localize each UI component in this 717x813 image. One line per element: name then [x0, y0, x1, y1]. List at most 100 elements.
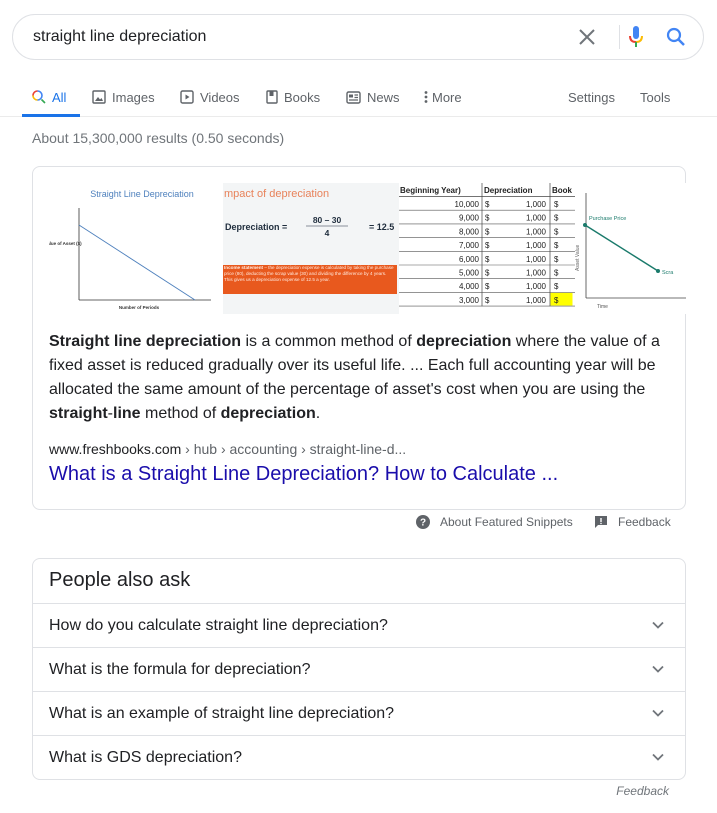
tab-videos[interactable]: Videos — [180, 78, 240, 116]
tools-button[interactable]: Tools — [640, 78, 670, 116]
tab-books[interactable]: Books — [266, 78, 320, 116]
thumb-chart-title: Straight Line Depreciation — [90, 189, 194, 199]
snippet-feedback-button[interactable]: Feedback — [594, 512, 671, 532]
snippet-text-run: . — [315, 405, 321, 422]
table-header: Beginning Year) — [400, 186, 461, 195]
more-vert-icon — [424, 90, 428, 104]
table-cell: $ — [485, 269, 490, 278]
table-cell: 6,000 — [459, 255, 480, 264]
tab-label: Images — [112, 89, 155, 105]
snippet-citation[interactable]: www.freshbooks.com › hub › accounting › … — [49, 441, 406, 457]
table-cell: 9,000 — [459, 214, 480, 223]
paa-question-text: What is the formula for depreciation? — [49, 660, 311, 678]
feedback-icon — [594, 515, 608, 529]
snippet-text-bold: depreciation — [416, 333, 512, 350]
help-icon: ? — [416, 515, 430, 529]
table-cell: $ — [554, 269, 559, 278]
paa-question[interactable]: How do you calculate straight line depre… — [33, 603, 685, 647]
table-cell: 1,000 — [526, 214, 547, 223]
snippet-result-link[interactable]: What is a Straight Line Depreciation? Ho… — [49, 463, 558, 486]
table-cell: 1,000 — [526, 282, 547, 291]
about-featured-snippets-label: About Featured Snippets — [440, 515, 573, 529]
snippet-text-bold: Straight line depreciation — [49, 333, 242, 350]
book-icon — [266, 90, 278, 104]
table-header: Book — [552, 186, 573, 195]
paa-question[interactable]: What is an example of straight line depr… — [33, 691, 685, 735]
chevron-down-icon[interactable] — [651, 618, 665, 632]
thumb-note-bold: Income statement — [224, 265, 264, 270]
table-cell: $ — [554, 214, 559, 223]
snippet-image-depreciation-table[interactable]: Beginning Year) Depreciation Book 10,000 $1,… — [399, 183, 575, 314]
newspaper-icon — [346, 90, 361, 104]
table-cell: 7,000 — [459, 241, 480, 250]
table-cell: $ — [554, 296, 559, 305]
thumb-formula-label: Depreciation = — [225, 222, 287, 232]
table-cell: 8,000 — [459, 227, 480, 236]
table-cell: $ — [485, 214, 490, 223]
thumb-purchase-label: Purchase Price — [589, 216, 626, 222]
svg-text:?: ? — [420, 518, 426, 529]
table-cell: 1,000 — [526, 269, 547, 278]
table-cell: 1,000 — [526, 200, 547, 209]
paa-question[interactable]: What is the formula for depreciation? — [33, 647, 685, 691]
table-cell: $ — [485, 200, 490, 209]
tab-news[interactable]: News — [346, 78, 400, 116]
play-icon — [180, 90, 194, 104]
table-cell: $ — [485, 282, 490, 291]
image-icon — [92, 90, 106, 104]
paa-title: People also ask — [49, 569, 191, 591]
table-cell: $ — [485, 296, 490, 305]
feedback-label: Feedback — [618, 515, 671, 529]
tab-all[interactable]: All — [32, 78, 66, 116]
paa-question[interactable]: What is GDS depreciation? — [33, 735, 685, 779]
table-cell: $ — [554, 200, 559, 209]
thumb-formula-result: = 12.5 — [369, 222, 394, 232]
table-header: Depreciation — [484, 186, 533, 195]
snippet-image-asset-value-chart[interactable]: Purchase Price Scra Asset Value Time — [575, 183, 686, 314]
chevron-down-icon[interactable] — [651, 662, 665, 676]
cite-domain: www.freshbooks.com — [49, 441, 182, 457]
snippet-text-bold: straight — [49, 405, 108, 422]
cite-breadcrumb: › hub › accounting › straight-line-d... — [181, 441, 407, 457]
search-input[interactable] — [33, 15, 553, 59]
search-icon[interactable] — [663, 15, 689, 59]
table-cell: 1,000 — [526, 255, 547, 264]
table-cell: 1,000 — [526, 227, 547, 236]
table-cell: 1,000 — [526, 241, 547, 250]
table-cell: $ — [554, 227, 559, 236]
table-cell: $ — [554, 282, 559, 291]
tab-label: More — [432, 89, 462, 105]
settings-button[interactable]: Settings — [568, 78, 615, 116]
paa-question-text: What is an example of straight line depr… — [49, 704, 395, 722]
result-stats: About 15,300,000 results (0.50 seconds) — [32, 130, 285, 146]
tab-label: All — [52, 89, 67, 105]
thumb-chart-ylabel: Value of Asset ($) — [49, 241, 82, 246]
snippet-text-run: is a common method of — [241, 333, 417, 350]
tab-label: News — [367, 89, 400, 105]
table-cell: $ — [554, 255, 559, 264]
tab-more[interactable]: More — [424, 78, 462, 116]
tab-images[interactable]: Images — [92, 78, 155, 116]
tab-label: Books — [284, 89, 321, 105]
thumb-formula-numerator: 80 – 30 — [313, 215, 342, 225]
thumb-asset-ylabel: Asset Value — [575, 244, 581, 271]
search-icon — [32, 90, 46, 104]
chevron-down-icon[interactable] — [651, 750, 665, 764]
about-featured-snippets-button[interactable]: ? About Featured Snippets — [416, 512, 573, 532]
table-cell: 4,000 — [459, 282, 480, 291]
close-icon[interactable] — [573, 15, 601, 59]
thumb-asset-xlabel: Time — [597, 304, 608, 310]
snippet-image-depreciation-formula[interactable]: mpact of depreciation Depreciation = 80 … — [223, 183, 399, 314]
active-tab-indicator — [22, 114, 80, 117]
thumb-slide-title: mpact of depreciation — [224, 188, 329, 200]
table-cell: $ — [554, 241, 559, 250]
snippet-image-straight-line-chart[interactable]: Straight Line Depreciation Value of Asse… — [49, 183, 223, 314]
chevron-down-icon[interactable] — [651, 706, 665, 720]
microphone-icon[interactable] — [625, 15, 647, 59]
tab-label: Videos — [200, 89, 240, 105]
featured-snippet: Straight Line Depreciation Value of Asse… — [32, 166, 686, 510]
paa-feedback-link[interactable]: Feedback — [616, 784, 669, 798]
snippet-description: Straight line depreciation is a common m… — [49, 330, 671, 426]
people-also-ask: People also ask How do you calculate str… — [32, 558, 686, 780]
table-cell: 1,000 — [526, 296, 547, 305]
